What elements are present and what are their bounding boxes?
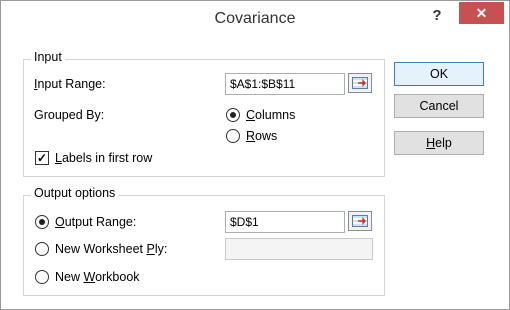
input-range-label: Input Range: <box>34 77 106 91</box>
labels-first-row-checkbox[interactable]: ✓ <box>35 151 49 165</box>
output-range-collapse-button[interactable] <box>348 211 372 231</box>
covariance-dialog: Covariance ? ✕ Input Input Range: $A$1:$… <box>0 0 510 310</box>
help-button[interactable]: Help <box>394 131 484 155</box>
columns-radio-label[interactable]: Columns <box>246 108 295 122</box>
rows-radio[interactable] <box>226 129 240 143</box>
title-bar: Covariance ? ✕ <box>1 1 509 37</box>
output-range-label[interactable]: Output Range: <box>55 215 136 229</box>
new-workbook-label[interactable]: New Workbook <box>55 270 140 284</box>
new-worksheet-field[interactable] <box>225 238 373 260</box>
output-range-field[interactable]: $D$1 <box>225 211 345 233</box>
grouped-by-label: Grouped By: <box>34 108 105 122</box>
columns-radio[interactable] <box>226 108 240 122</box>
new-worksheet-radio[interactable] <box>35 242 49 256</box>
input-group-legend: Input <box>31 50 65 64</box>
new-worksheet-label[interactable]: New Worksheet Ply: <box>55 242 167 256</box>
labels-first-row-label[interactable]: Labels in first row <box>55 151 152 165</box>
input-range-field[interactable]: $A$1:$B$11 <box>225 73 345 95</box>
close-icon: ✕ <box>475 5 488 21</box>
close-button[interactable]: ✕ <box>459 2 504 24</box>
cancel-button[interactable]: Cancel <box>394 94 484 118</box>
input-range-collapse-button[interactable] <box>348 73 372 93</box>
output-options-legend: Output options <box>31 186 119 200</box>
new-workbook-radio[interactable] <box>35 270 49 284</box>
output-range-radio[interactable] <box>35 215 49 229</box>
rows-radio-label[interactable]: Rows <box>246 129 277 143</box>
ok-button[interactable]: OK <box>394 62 484 86</box>
help-question-icon[interactable]: ? <box>426 5 448 27</box>
